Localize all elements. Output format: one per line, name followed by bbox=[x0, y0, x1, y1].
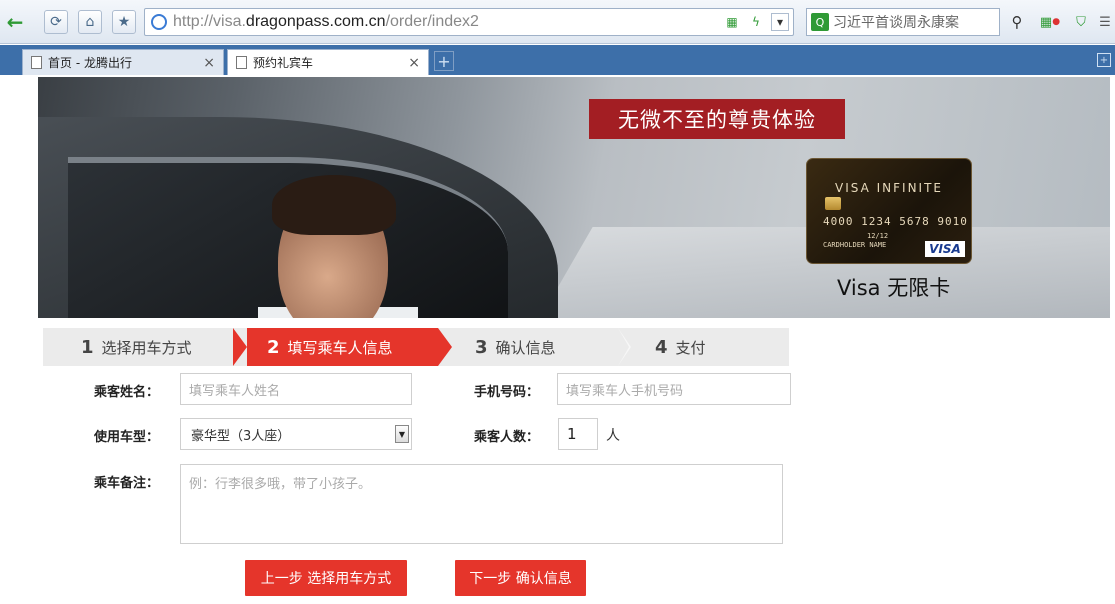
step-notch bbox=[233, 328, 247, 366]
step-number: 4 bbox=[655, 336, 668, 358]
search-input[interactable]: 习近平首谈周永康案 bbox=[833, 12, 973, 32]
lightning-icon[interactable]: ϟ bbox=[747, 13, 765, 31]
notes-label: 乘车备注： bbox=[94, 476, 160, 491]
step-2-active: 2 填写乘车人信息 bbox=[267, 328, 393, 366]
step-3: 3 确认信息 bbox=[475, 328, 556, 366]
tab-label: 预约礼宾车 bbox=[253, 56, 314, 70]
url-text: http://visa.dragonpass.com.cn/order/inde… bbox=[173, 13, 479, 30]
prev-step-button[interactable]: 上一步 选择用车方式 bbox=[245, 560, 407, 596]
card-holder: CARDHOLDER NAME bbox=[823, 241, 887, 249]
card-brand: VISA INFINITE bbox=[835, 181, 943, 195]
car-type-select[interactable]: 豪华型（3人座） ▼ bbox=[180, 418, 412, 450]
step-number: 1 bbox=[81, 336, 94, 358]
page-icon bbox=[31, 56, 42, 69]
step-1: 1 选择用车方式 bbox=[81, 328, 192, 366]
close-icon[interactable]: × bbox=[203, 55, 215, 71]
car-type-label: 使用车型： bbox=[94, 430, 160, 445]
card-caption: Visa 无限卡 bbox=[837, 276, 951, 300]
passenger-count-label: 乘客人数： bbox=[474, 430, 540, 445]
tab-home[interactable]: 首页 - 龙腾出行 × bbox=[22, 49, 224, 75]
passenger-name-input[interactable]: 填写乘车人姓名 bbox=[180, 373, 412, 405]
dropdown-icon[interactable]: ▾ bbox=[771, 13, 789, 31]
browser-toolbar: ← ⟳ ⌂ ★ http://visa.dragonpass.com.cn/or… bbox=[0, 0, 1115, 44]
tab-strip: 首页 - 龙腾出行 × 预约礼宾车 × + + bbox=[0, 45, 1115, 75]
shield-icon[interactable]: ⛉ bbox=[1068, 10, 1094, 34]
notes-textarea[interactable]: 例：行李很多哦，带了小孩子。 bbox=[180, 464, 783, 544]
step-number: 3 bbox=[475, 336, 488, 358]
phone-input[interactable]: 填写乘车人手机号码 bbox=[557, 373, 791, 405]
visa-card-image: VISA INFINITE 4000 1234 5678 9010 12/12 … bbox=[806, 158, 972, 264]
address-bar[interactable]: http://visa.dragonpass.com.cn/order/inde… bbox=[144, 8, 794, 36]
card-expiry: 12/12 bbox=[867, 232, 889, 240]
car-type-value: 豪华型（3人座） bbox=[191, 428, 291, 444]
step-separator-inner bbox=[618, 328, 629, 366]
name-label: 乘客姓名： bbox=[94, 385, 160, 400]
visa-logo: VISA bbox=[925, 241, 965, 257]
star-icon[interactable]: ★ bbox=[112, 10, 136, 34]
back-arrow-icon[interactable]: ← bbox=[4, 10, 26, 34]
search-icon[interactable]: ⚲ bbox=[1004, 9, 1030, 35]
progress-steps: 1 选择用车方式 2 填写乘车人信息 3 确认信息 4 支付 bbox=[43, 328, 789, 366]
tab-menu-icon[interactable]: + bbox=[1097, 53, 1111, 67]
search-engine-icon[interactable]: Q bbox=[811, 13, 829, 31]
refresh-icon[interactable]: ⟳ bbox=[44, 10, 68, 34]
chevron-down-icon[interactable]: ▼ bbox=[395, 425, 409, 443]
tab-label: 首页 - 龙腾出行 bbox=[48, 56, 132, 70]
step-number: 2 bbox=[267, 336, 280, 358]
step-label: 填写乘车人信息 bbox=[287, 338, 393, 357]
phone-label: 手机号码： bbox=[474, 385, 540, 400]
passenger-hair-graphic bbox=[272, 175, 396, 235]
close-icon[interactable]: × bbox=[408, 55, 420, 71]
page-icon bbox=[236, 56, 247, 69]
next-step-button[interactable]: 下一步 确认信息 bbox=[455, 560, 586, 596]
step-label: 选择用车方式 bbox=[101, 338, 192, 357]
step-label: 确认信息 bbox=[495, 338, 556, 357]
apps-icon[interactable]: ▦ ● bbox=[1036, 10, 1064, 34]
card-number: 4000 1234 5678 9010 bbox=[823, 215, 968, 228]
step-arrow bbox=[438, 328, 452, 366]
chip-icon bbox=[825, 197, 841, 210]
menu-icon[interactable]: ☰ bbox=[1096, 10, 1114, 34]
home-icon[interactable]: ⌂ bbox=[78, 10, 102, 34]
search-bar[interactable]: Q 习近平首谈周永康案 bbox=[806, 8, 1000, 36]
hero-banner: 无微不至的尊贵体验 VISA INFINITE 4000 1234 5678 9… bbox=[38, 77, 1110, 318]
step-label: 支付 bbox=[675, 338, 706, 357]
globe-icon bbox=[151, 14, 167, 30]
banner-slogan: 无微不至的尊贵体验 bbox=[589, 99, 845, 139]
passenger-count-input[interactable]: 1 bbox=[558, 418, 598, 450]
tab-booking[interactable]: 预约礼宾车 × bbox=[227, 49, 429, 75]
qr-code-icon[interactable]: ▦ bbox=[723, 13, 741, 31]
count-unit: 人 bbox=[606, 428, 620, 444]
step-4: 4 支付 bbox=[655, 328, 706, 366]
new-tab-icon[interactable]: + bbox=[434, 51, 454, 71]
